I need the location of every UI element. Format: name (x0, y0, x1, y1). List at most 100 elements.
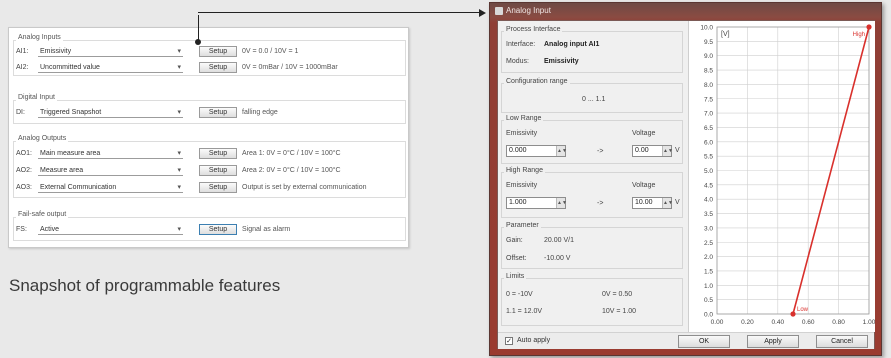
group-title: Analog Inputs (16, 34, 63, 41)
interface-label: Interface: (506, 41, 536, 48)
analog-outputs-group: Analog Outputs AO1: Main measure area ▾ S… (13, 135, 406, 198)
fs-mode-select[interactable]: Active ▾ (38, 224, 183, 235)
ok-button[interactable]: OK (678, 335, 730, 348)
y-tick-label: 5.5 (704, 154, 713, 161)
x-tick-label: 0.00 (711, 319, 724, 326)
ao2-setup-button[interactable]: Setup (199, 165, 237, 176)
spin-arrows-icon[interactable]: ▲▼ (556, 146, 567, 156)
low-emissivity-spinbox[interactable]: 0.000 ▲▼ (506, 145, 567, 157)
parameter-group: Parameter Gain: 20.00 V/1 Offset: -10.00… (501, 222, 683, 269)
mapping-chart: 10.0 9.5 9.0 8.5 8.0 7.5 7.0 6.5 6.0 5.5 5.0 4.5 4.0… (688, 21, 876, 332)
channel-label: FS: (16, 226, 27, 233)
unit-label: [V] (721, 31, 730, 38)
di-description: falling edge (242, 109, 278, 116)
chevron-down-icon: ▾ (177, 48, 181, 55)
y-tick-label: 4.5 (704, 182, 713, 189)
high-emissivity-spinbox[interactable]: 1.000 ▲▼ (506, 197, 567, 209)
data-point (790, 311, 796, 317)
fail-safe-group: Fail-safe output FS: Active ▾ Setup Signa… (13, 211, 406, 241)
x-tick-label: 0.20 (741, 319, 754, 326)
arrow-right-icon (479, 9, 486, 17)
configuration-range-value: 0 ... 1.1 (582, 96, 606, 103)
auto-apply-label: Auto apply (517, 337, 551, 344)
channel-label: AO3: (16, 184, 32, 191)
group-title: Configuration range (504, 78, 570, 85)
cancel-button[interactable]: Cancel (816, 335, 868, 348)
spin-arrows-icon[interactable]: ▲▼ (556, 198, 567, 208)
ai2-setup-button[interactable]: Setup (199, 62, 237, 73)
emissivity-label: Emissivity (506, 130, 538, 137)
fs-setup-button[interactable]: Setup (199, 224, 237, 235)
spin-arrows-icon[interactable]: ▲▼ (662, 146, 673, 156)
chevron-down-icon: ▾ (177, 150, 181, 157)
y-tick-label: 9.5 (704, 39, 713, 46)
auto-apply-checkbox[interactable]: ✓ (505, 337, 513, 345)
emissivity-label: Emissivity (506, 182, 538, 189)
unit-label: V (675, 147, 680, 154)
ai2-mode-select[interactable]: Uncommitted value ▾ (38, 62, 183, 73)
ai1-mode-select[interactable]: Emissivity ▾ (38, 46, 183, 57)
ao3-setup-button[interactable]: Setup (199, 182, 237, 193)
limits-group: Limits 0 = -10V 0V = 0.50 1.1 = 12.0V 10… (501, 273, 683, 326)
ao2-mode-select[interactable]: Measure area ▾ (38, 165, 183, 176)
chevron-down-icon: ▾ (177, 109, 181, 116)
title-bar[interactable]: Analog Input (490, 3, 881, 19)
fs-description: Signal as alarm (242, 226, 291, 233)
dialog-footer: ✓ Auto apply OK Apply Cancel (498, 332, 874, 349)
offset-label: Offset: (506, 255, 527, 262)
ai2-description: 0V = 0mBar / 10V = 1000mBar (242, 64, 338, 71)
offset-value: -10.00 V (544, 255, 571, 262)
ao3-mode-select[interactable]: External Communication ▾ (38, 182, 183, 193)
interface-value: Analog input AI1 (544, 41, 600, 48)
window-title: Analog Input (506, 6, 551, 15)
channel-label: AO1: (16, 150, 32, 157)
y-tick-label: 4.0 (704, 197, 713, 204)
group-title: Analog Outputs (16, 135, 69, 142)
ao3-description: Output is set by external communication (242, 184, 367, 191)
modus-label: Modus: (506, 58, 529, 65)
high-range-group: High Range Emissivity Voltage 1.000 ▲▼ ->… (501, 167, 683, 218)
io-row-ai1: AI1: Emissivity ▾ Setup 0V = 0.0 / 10V = … (16, 46, 404, 58)
chevron-down-icon: ▾ (177, 64, 181, 71)
x-tick-label: 1.00 (863, 319, 876, 326)
group-title: Process Interface (504, 26, 563, 33)
voltage-label: Voltage (632, 130, 656, 137)
io-row-ao3: AO3: External Communication ▾ Setup Outpu… (16, 182, 404, 194)
di-setup-button[interactable]: Setup (199, 107, 237, 118)
low-voltage-spinbox[interactable]: 0.00 ▲▼ (632, 145, 673, 157)
ai1-setup-button[interactable]: Setup (199, 46, 237, 57)
y-tick-label: 5.0 (704, 168, 713, 175)
process-interface-group: Process Interface Interface: Analog inpu… (501, 26, 683, 73)
point-label: Low (797, 307, 809, 313)
app-icon (495, 7, 503, 15)
y-tick-label: 7.5 (704, 96, 713, 103)
maps-to-arrow: -> (597, 200, 604, 207)
high-voltage-spinbox[interactable]: 10.00 ▲▼ (632, 197, 673, 209)
spin-arrows-icon[interactable]: ▲▼ (662, 198, 673, 208)
caption: Snapshot of programmable features (9, 276, 281, 295)
limit-text: 0 = -10V (506, 291, 533, 298)
ao1-setup-button[interactable]: Setup (199, 148, 237, 159)
group-title: Limits (504, 273, 527, 280)
x-tick-label: 0.80 (832, 319, 845, 326)
voltage-label: Voltage (632, 182, 656, 189)
y-tick-label: 1.0 (704, 283, 713, 290)
unit-label: V (675, 199, 680, 206)
limit-text: 0V = 0.50 (602, 291, 633, 298)
group-title: Fail-safe output (16, 211, 69, 218)
chart-svg: 10.0 9.5 9.0 8.5 8.0 7.5 7.0 6.5 6.0 5.5 5.0 4.5 4.0… (700, 24, 876, 326)
maps-to-arrow: -> (597, 148, 604, 155)
connector-line (198, 12, 480, 13)
dialog-client: Process Interface Interface: Analog inpu… (497, 20, 876, 349)
apply-button[interactable]: Apply (747, 335, 799, 348)
chevron-down-icon: ▾ (177, 226, 181, 233)
di-mode-select[interactable]: Triggered Snapshot ▾ (38, 107, 183, 118)
y-tick-label: 0.0 (704, 312, 713, 319)
y-tick-label: 10.0 (700, 25, 713, 32)
channel-label: AO2: (16, 167, 32, 174)
io-row-ai2: AI2: Uncommitted value ▾ Setup 0V = 0mBar… (16, 62, 404, 74)
digital-input-group: Digital Input DI: Triggered Snapshot ▾ Se… (13, 94, 406, 124)
y-tick-label: 2.5 (704, 240, 713, 247)
ao1-mode-select[interactable]: Main measure area ▾ (38, 148, 183, 159)
y-tick-label: 3.0 (704, 225, 713, 232)
